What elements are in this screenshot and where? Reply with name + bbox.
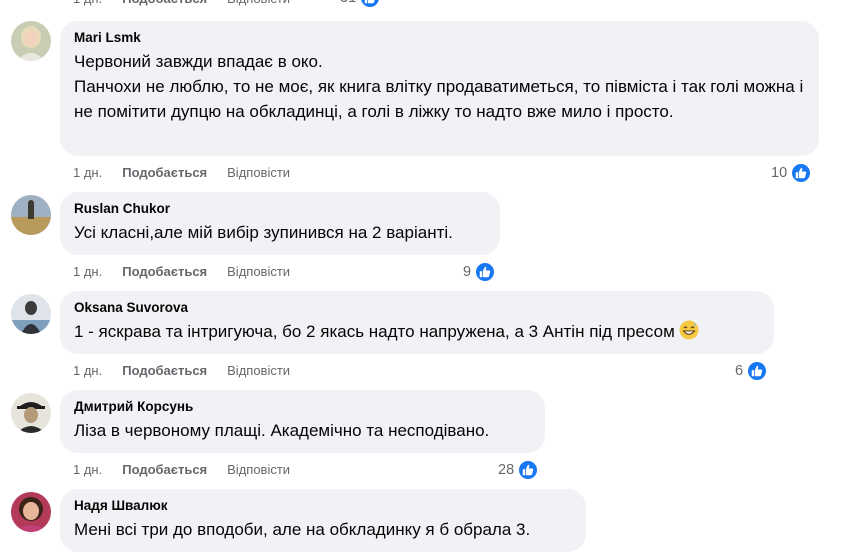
- avatar[interactable]: [11, 195, 51, 235]
- like-link[interactable]: Подобається: [122, 362, 207, 380]
- comment-text: Ліза в червоному плащі. Академічно та не…: [74, 421, 490, 440]
- avatar[interactable]: [11, 393, 51, 433]
- reaction-count-number: 10: [771, 165, 788, 181]
- reaction-count[interactable]: 6: [735, 360, 769, 382]
- comment-text: Мені всі три до вподоби, але на обкладин…: [74, 520, 531, 539]
- like-link[interactable]: Подобається: [122, 461, 207, 479]
- comment-actions: 1 дн. Подобається Відповісти: [73, 362, 290, 380]
- like-link[interactable]: Подобається: [122, 0, 207, 8]
- reply-link[interactable]: Відповісти: [227, 164, 290, 182]
- like-reaction-icon: [746, 360, 769, 382]
- comment-bubble: Надя Швалюк Мені всі три до вподоби, але…: [60, 489, 586, 552]
- reaction-count-number: 31: [340, 0, 356, 6]
- reaction-count[interactable]: 10: [771, 162, 813, 184]
- comment-time[interactable]: 1 дн.: [73, 164, 102, 182]
- comment-bubble: Дмитрий Корсунь Ліза в червоному плащі. …: [60, 390, 545, 453]
- comment-actions: 1 дн. Подобається Відповісти: [73, 263, 290, 281]
- comment-author[interactable]: Дмитрий Корсунь: [74, 398, 531, 415]
- comment-author[interactable]: Надя Швалюк: [74, 497, 572, 514]
- reaction-count-number: 6: [735, 363, 744, 379]
- comment-actions: 1 дн. Подобається Відповісти: [73, 164, 290, 182]
- like-reaction-icon: [790, 162, 813, 184]
- like-reaction-icon: [474, 261, 497, 283]
- comment-actions: 1 дн. Подобається Відповісти: [73, 0, 290, 8]
- comment-time[interactable]: 1 дн.: [73, 263, 102, 281]
- like-link[interactable]: Подобається: [122, 164, 207, 182]
- like-reaction-icon: [517, 459, 540, 481]
- reaction-count-number: 28: [498, 462, 515, 478]
- comment-text: 1 - яскрава та інтригуюча, бо 2 якась на…: [74, 319, 760, 347]
- comment-text: Червоний завжди впадає в око. Панчохи не…: [74, 52, 804, 121]
- comment-actions: 1 дн. Подобається Відповісти: [73, 461, 290, 479]
- reply-link[interactable]: Відповісти: [227, 362, 290, 380]
- reaction-count[interactable]: 9: [463, 261, 497, 283]
- comment-time[interactable]: 1 дн.: [73, 461, 102, 479]
- reply-link[interactable]: Відповісти: [227, 461, 290, 479]
- comment-bubble: Ruslan Chukor Усі класні,але мій вибір з…: [60, 192, 500, 255]
- comment-text-content: 1 - яскрава та інтригуюча, бо 2 якась на…: [74, 322, 675, 341]
- comment-author[interactable]: Oksana Suvorova: [74, 299, 760, 316]
- like-reaction-icon: [359, 0, 382, 9]
- reaction-count[interactable]: 31: [340, 0, 382, 9]
- comment-time[interactable]: 1 дн.: [73, 362, 102, 380]
- reply-link[interactable]: Відповісти: [227, 263, 290, 281]
- comment-author[interactable]: Mari Lsmk: [74, 29, 805, 46]
- like-link[interactable]: Подобається: [122, 263, 207, 281]
- avatar[interactable]: [11, 492, 51, 532]
- avatar[interactable]: [11, 294, 51, 334]
- grinning-sweat-emoji-icon: [679, 320, 699, 347]
- reaction-count[interactable]: 28: [498, 459, 540, 481]
- comment-author[interactable]: Ruslan Chukor: [74, 200, 486, 217]
- comment-bubble: Mari Lsmk Червоний завжди впадає в око. …: [60, 21, 819, 156]
- comment-bubble: Oksana Suvorova 1 - яскрава та інтригуюч…: [60, 291, 774, 354]
- avatar[interactable]: [11, 21, 51, 61]
- comment-text: Усі класні,але мій вибір зупинився на 2 …: [74, 223, 453, 242]
- reaction-count-number: 9: [463, 264, 472, 280]
- reply-link[interactable]: Відповісти: [227, 0, 290, 8]
- comment-time[interactable]: 1 дн.: [73, 0, 102, 8]
